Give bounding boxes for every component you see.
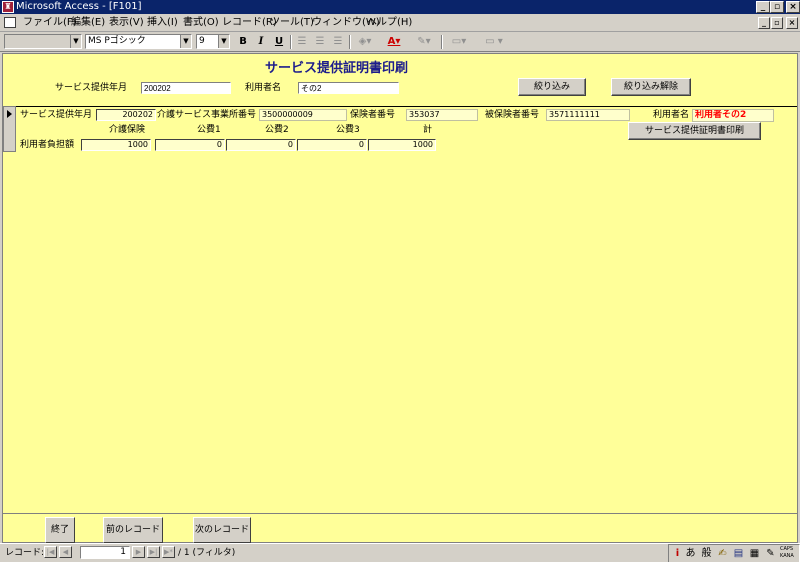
menu-record[interactable]: レコード(R) [222, 16, 277, 30]
title-bar: ♜ Microsoft Access - [F101] _ ▫ × [0, 0, 800, 14]
record-navigation-bar: レコード: |◀ ◀ 1 ▶ ▶| ▶* / 1 (フィルタ) i あ 般 ✍ … [0, 543, 800, 562]
formatting-toolbar: ▼ MS Pゴシック ▼ 9 ▼ B I U ☰ ☰ ☰ ◈▾ A▾ ✎▾ ▭▾… [0, 32, 800, 52]
ime-dictionary-icon[interactable]: ▤ [731, 547, 746, 561]
menu-edit[interactable]: 編集(E) [71, 16, 105, 30]
record-label: レコード: [5, 548, 45, 558]
form-title: サービス提供証明書印刷 [265, 61, 409, 76]
ime-mode[interactable]: あ [683, 547, 698, 561]
chevron-down-icon[interactable]: ▼ [180, 35, 191, 48]
provider-number-field[interactable]: 3500000009 [259, 109, 347, 121]
form-f101: サービス提供証明書印刷 サービス提供年月 利用者名 絞り込み 絞り込み解除 サー… [2, 53, 798, 543]
caps-indicator: CAPS [780, 546, 794, 552]
record-selector[interactable] [3, 106, 16, 152]
doc-close-button[interactable]: × [786, 17, 798, 29]
filter-month-input[interactable] [141, 82, 231, 94]
menu-file[interactable]: ファイル(F) [23, 16, 77, 30]
col-total-label: 計 [423, 125, 433, 135]
kaigo-amount-field[interactable]: 1000 [81, 139, 151, 151]
chevron-down-icon[interactable]: ▼ [70, 35, 81, 48]
menu-help[interactable]: ヘルプ(H) [367, 16, 412, 30]
restore-button[interactable]: ▫ [770, 1, 784, 13]
align-right-icon[interactable]: ☰ [330, 35, 346, 49]
font-color-icon[interactable]: A▾ [382, 35, 406, 49]
menu-view[interactable]: 表示(V) [109, 16, 144, 30]
fill-color-icon[interactable]: ◈▾ [353, 35, 377, 49]
record-user-label: 利用者名 [653, 110, 690, 120]
font-size-value: 9 [199, 36, 205, 46]
kouhi1-amount-field[interactable]: 0 [155, 139, 225, 151]
burden-label: 利用者負担額 [20, 140, 75, 150]
insurer-number-label: 保険者番号 [350, 110, 396, 120]
access-key-icon[interactable]: ♜ [2, 1, 14, 13]
object-combo[interactable]: ▼ [4, 34, 82, 49]
kouhi2-amount-field[interactable]: 0 [226, 139, 296, 151]
current-record-input[interactable]: 1 [80, 546, 130, 559]
filter-user-label: 利用者名 [245, 83, 282, 93]
insurer-number-field[interactable]: 353037 [406, 109, 478, 121]
menu-insert[interactable]: 挿入(I) [147, 16, 178, 30]
doc-restore-button[interactable]: ▫ [771, 17, 783, 29]
font-combo-value: MS Pゴシック [88, 36, 146, 46]
detail-divider [3, 106, 797, 107]
prev-record-button[interactable]: 前のレコード [103, 517, 163, 543]
exit-button[interactable]: 終了 [45, 517, 75, 543]
menu-tools[interactable]: ツール(T) [270, 16, 314, 30]
print-certificate-button[interactable]: サービス提供証明書印刷 [628, 122, 761, 140]
record-month-field[interactable]: 200202 [96, 109, 156, 121]
close-button[interactable]: × [786, 1, 800, 13]
bold-button[interactable]: B [235, 35, 251, 49]
col-kouhi3-label: 公費3 [336, 125, 360, 135]
minimize-button[interactable]: _ [756, 1, 770, 13]
record-month-label: サービス提供年月 [20, 110, 93, 120]
filter-user-input[interactable] [298, 82, 399, 94]
provider-number-label: 介護サービス事業所番号 [157, 110, 257, 120]
chevron-down-icon[interactable]: ▼ [218, 35, 229, 48]
toolbar-separator [290, 35, 292, 49]
line-color-icon[interactable]: ✎▾ [412, 35, 436, 49]
clear-filter-button[interactable]: 絞り込み解除 [611, 78, 691, 96]
col-kouhi1-label: 公費1 [197, 125, 221, 135]
prev-record-icon[interactable]: ◀ [59, 546, 72, 558]
new-record-icon[interactable]: ▶* [162, 546, 175, 558]
menu-bar: ファイル(F) 編集(E) 表示(V) 挿入(I) 書式(O) レコード(R) … [0, 14, 800, 32]
ime-pad-icon[interactable]: ✍ [715, 547, 730, 561]
filter-month-label: サービス提供年月 [55, 83, 128, 93]
last-record-icon[interactable]: ▶| [147, 546, 160, 558]
next-record-icon[interactable]: ▶ [132, 546, 145, 558]
record-user-field[interactable]: 利用者その2 [692, 109, 774, 122]
window-title: Microsoft Access - [F101] [16, 1, 142, 12]
ime-tool-icon[interactable]: ▦ [747, 547, 762, 561]
underline-button[interactable]: U [271, 35, 287, 49]
record-total-text: / 1 (フィルタ) [178, 548, 236, 558]
italic-button[interactable]: I [253, 35, 269, 49]
align-left-icon[interactable]: ☰ [294, 35, 310, 49]
insured-number-label: 被保険者番号 [485, 110, 540, 120]
ime-toolbar: i あ 般 ✍ ▤ ▦ ✎ CAPS KANA [668, 544, 800, 562]
toolbar-separator [441, 35, 443, 49]
col-kouhi2-label: 公費2 [265, 125, 289, 135]
border-width-icon[interactable]: ▭▾ [446, 35, 472, 49]
menu-format[interactable]: 書式(O) [183, 16, 219, 30]
font-combo[interactable]: MS Pゴシック ▼ [85, 34, 192, 49]
align-center-icon[interactable]: ☰ [312, 35, 328, 49]
toolbar-separator [349, 35, 351, 49]
kana-indicator: KANA [780, 553, 794, 559]
next-record-button[interactable]: 次のレコード [193, 517, 251, 543]
kouhi3-amount-field[interactable]: 0 [297, 139, 367, 151]
ime-conversion[interactable]: 般 [699, 547, 714, 561]
current-record-icon [7, 110, 12, 118]
ime-help-icon[interactable]: ✎ [763, 547, 778, 561]
first-record-icon[interactable]: |◀ [44, 546, 57, 558]
col-kaigo-label: 介護保険 [109, 125, 146, 135]
font-size-combo[interactable]: 9 ▼ [196, 34, 230, 49]
filter-button[interactable]: 絞り込み [518, 78, 586, 96]
doc-minimize-button[interactable]: _ [758, 17, 770, 29]
insured-number-field[interactable]: 3571111111 [546, 109, 630, 121]
total-amount-field[interactable]: 1000 [368, 139, 436, 151]
footer-divider [3, 513, 797, 514]
form-document-icon[interactable] [4, 17, 16, 28]
special-effect-icon[interactable]: ▭ ▾ [477, 35, 511, 49]
